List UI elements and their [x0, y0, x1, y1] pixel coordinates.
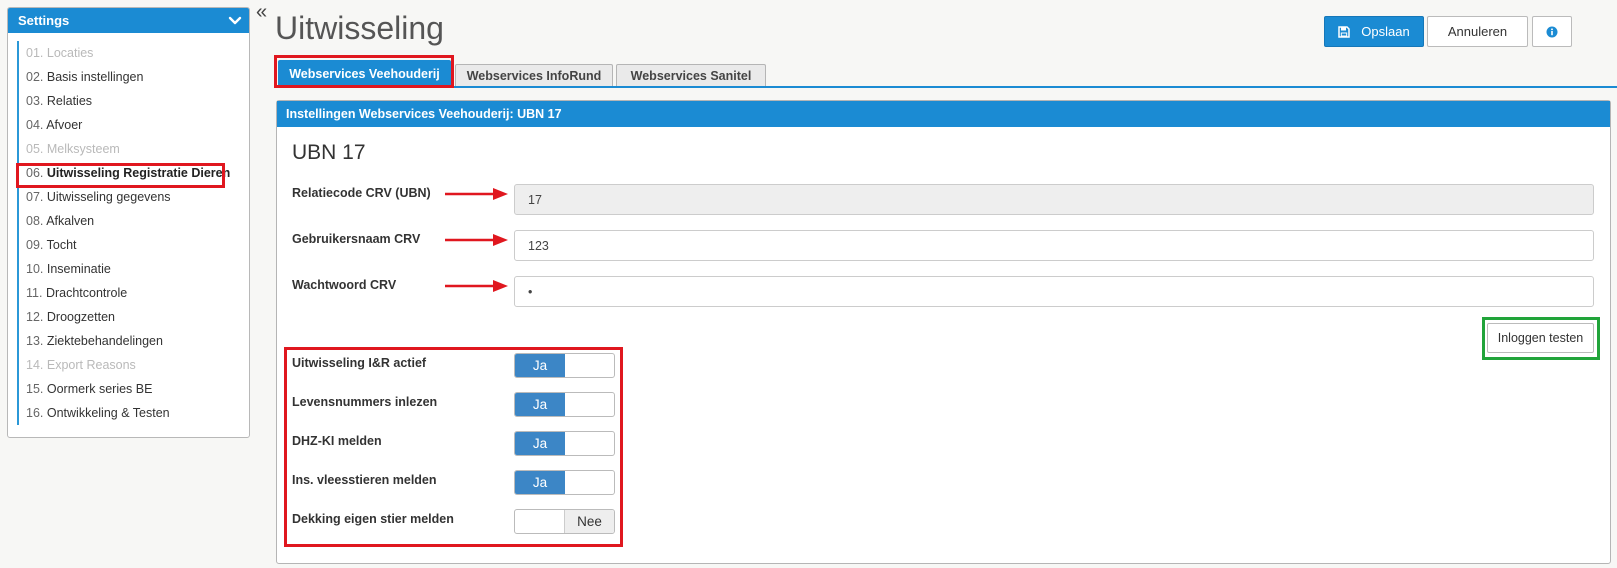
info-icon: [1546, 26, 1558, 37]
arrow-annotation-gebruikersnaam: [445, 234, 508, 246]
panel-header: Instellingen Webservices Veehouderij: UB…: [277, 101, 1610, 127]
tab-webservices-inforund[interactable]: Webservices InfoRund: [455, 64, 613, 87]
arrow-annotation-relatiecode: [445, 188, 508, 200]
settings-panel: Instellingen Webservices Veehouderij: UB…: [276, 100, 1611, 564]
sidebar-item-basis-instellingen[interactable]: 02. Basis instellingen: [19, 65, 245, 89]
sidebar-header[interactable]: Settings: [8, 8, 249, 33]
chevron-down-icon[interactable]: [227, 8, 243, 33]
info-button[interactable]: [1532, 16, 1572, 47]
save-button-label: Opslaan: [1361, 24, 1410, 39]
settings-sidebar: Settings 01. Locaties 02. Basis instelli…: [7, 7, 250, 438]
sidebar-item-afvoer[interactable]: 04. Afvoer: [19, 113, 245, 137]
gebruikersnaam-field[interactable]: [514, 230, 1594, 261]
sidebar-item-ontwikkeling-testen[interactable]: 16. Ontwikkeling & Testen: [19, 401, 245, 425]
collapse-sidebar-icon[interactable]: «: [256, 2, 267, 22]
sidebar-item-droogzetten[interactable]: 12. Droogzetten: [19, 305, 245, 329]
gebruikersnaam-label: Gebruikersnaam CRV: [292, 232, 421, 246]
cancel-button-label: Annuleren: [1447, 24, 1508, 39]
relatiecode-label: Relatiecode CRV (UBN): [292, 186, 431, 200]
tab-bar-underline: [276, 86, 1617, 88]
section-title: UBN 17: [292, 141, 366, 164]
sidebar-item-tocht[interactable]: 09. Tocht: [19, 233, 245, 257]
tab-webservices-sanitel[interactable]: Webservices Sanitel: [616, 64, 766, 87]
sidebar-item-afkalven[interactable]: 08. Afkalven: [19, 209, 245, 233]
toggle-dhz-ki[interactable]: Ja: [514, 431, 615, 456]
toggle-label-dhz-ki: DHZ-KI melden: [292, 434, 382, 448]
toggle-label-levensnummers: Levensnummers inlezen: [292, 395, 438, 409]
sidebar-item-melksysteem[interactable]: 05. Melksysteem: [19, 137, 245, 161]
arrow-annotation-wachtwoord: [445, 280, 508, 292]
sidebar-title: Settings: [18, 13, 70, 28]
toggle-ins-vleesstieren[interactable]: Ja: [514, 470, 615, 495]
save-button[interactable]: Opslaan: [1324, 16, 1424, 47]
toggle-on-state: Ja: [515, 393, 565, 416]
sidebar-item-relaties[interactable]: 03. Relaties: [19, 89, 245, 113]
toggle-label-uitwisseling-ir: Uitwisseling I&R actief: [292, 356, 427, 370]
sidebar-item-oormerk-series-be[interactable]: 15. Oormerk series BE: [19, 377, 245, 401]
toggle-off-state: Nee: [564, 510, 614, 533]
sidebar-item-inseminatie[interactable]: 10. Inseminatie: [19, 257, 245, 281]
sidebar-item-uitwisseling-registratie-dieren[interactable]: 06. Uitwisseling Registratie Dieren: [19, 161, 245, 185]
test-login-label: Inloggen testen: [1497, 331, 1584, 345]
wachtwoord-label: Wachtwoord CRV: [292, 278, 397, 292]
page-title: Uitwisseling: [275, 10, 444, 46]
sidebar-item-uitwisseling-gegevens[interactable]: 07. Uitwisseling gegevens: [19, 185, 245, 209]
cancel-button[interactable]: Annuleren: [1427, 16, 1528, 47]
toggle-on-state: Ja: [515, 354, 565, 377]
sidebar-item-export-reasons[interactable]: 14. Export Reasons: [19, 353, 245, 377]
toggle-label-ins-vleesstieren: Ins. vleesstieren melden: [292, 473, 437, 487]
wachtwoord-field[interactable]: [514, 276, 1594, 307]
sidebar-menu: 01. Locaties 02. Basis instellingen 03. …: [17, 41, 245, 425]
tab-webservices-veehouderij[interactable]: Webservices Veehouderij: [278, 60, 451, 87]
sidebar-item-locaties[interactable]: 01. Locaties: [19, 41, 245, 65]
floppy-disk-icon: [1338, 25, 1351, 38]
toggle-label-dekking-eigen-stier: Dekking eigen stier melden: [292, 512, 454, 526]
toggle-dekking-eigen-stier[interactable]: Nee: [514, 509, 615, 534]
test-login-button[interactable]: Inloggen testen: [1487, 323, 1594, 353]
toggle-levensnummers[interactable]: Ja: [514, 392, 615, 417]
toggle-uitwisseling-ir[interactable]: Ja: [514, 353, 615, 378]
toggle-on-state: Ja: [515, 432, 565, 455]
sidebar-item-drachtcontrole[interactable]: 11. Drachtcontrole: [19, 281, 245, 305]
relatiecode-field[interactable]: [514, 184, 1594, 215]
toggle-on-state: Ja: [515, 471, 565, 494]
sidebar-item-ziektebehandelingen[interactable]: 13. Ziektebehandelingen: [19, 329, 245, 353]
